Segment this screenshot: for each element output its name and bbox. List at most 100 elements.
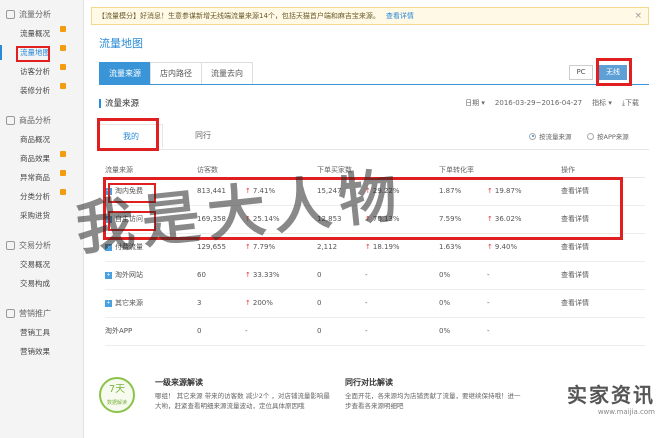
close-icon[interactable]: × (634, 11, 642, 21)
visitors-cell: 3 (197, 289, 245, 318)
main-content: 【流量模分】好消息！生意参谋新增无线端流量来源14个，包括天猫首户端和麻吉宝来源… (85, 0, 659, 438)
filter-bar: 日期 ▾ 2016-03-29~2016-04-27 指标 ▾ ⤓下载 (465, 95, 639, 111)
table-row: +付费流量 129,655 7.79% 2,112 18.19% 1.63% 9… (105, 233, 645, 262)
buyers-cell: 0 (317, 289, 365, 318)
subtab-mine[interactable]: 我的 (99, 124, 163, 148)
radio-unchecked-icon (587, 132, 594, 140)
source-insight-text: 哪组！ 其它来源 带来的访客数 减少2个 ，对店铺流量影响最大哟，赶紧查看明细来… (155, 392, 330, 410)
column-header: 操作 (561, 163, 645, 178)
table-header-row: 流量来源 访客数 下单买家数 下单转化率 操作 (105, 163, 645, 178)
visitors-change-cell: 7.41% (245, 177, 317, 206)
view-detail-link[interactable] (561, 317, 645, 346)
source-cell[interactable]: + 其它来源 (105, 289, 197, 318)
new-badge-icon (60, 83, 66, 89)
new-badge-icon (60, 26, 66, 32)
section-marker (99, 98, 101, 108)
metric-selector[interactable]: 指标 ▾ (592, 98, 612, 108)
sidebar-section-marketing[interactable]: 营销推广 (0, 303, 83, 323)
subtab-peer[interactable]: 同行 (171, 124, 235, 148)
sidebar-item-marketing-tools[interactable]: 营销工具 (0, 323, 83, 342)
section-header: 流量来源 日期 ▾ 2016-03-29~2016-04-27 指标 ▾ ⤓下载 (99, 95, 649, 111)
expand-plus-icon[interactable]: + (105, 299, 112, 307)
sidebar-item-visitor-analysis[interactable]: 访客分析 (0, 62, 83, 81)
visitors-cell: 169,358 (197, 205, 245, 234)
device-pc-button[interactable]: PC (569, 65, 593, 80)
sidebar-section-trade[interactable]: 交易分析 (0, 235, 83, 255)
notice-detail-link[interactable]: 查看详情 (386, 11, 414, 21)
view-detail-link[interactable]: 查看详情 (561, 233, 645, 262)
device-wireless-button[interactable]: 无线 (599, 65, 627, 80)
rate-cell: 0% (439, 261, 487, 290)
radio-by-source[interactable]: 按流量来源 (529, 131, 572, 141)
sidebar-item-marketing-effect[interactable]: 营销效果 (0, 342, 83, 361)
notice-text: 【流量模分】好消息！生意参谋新增无线端流量来源14个，包括天猫首户端和麻吉宝来源… (98, 12, 380, 20)
sidebar-item-product-overview[interactable]: 商品概况 (0, 130, 83, 149)
sidebar-item-traffic-map[interactable]: 流量地图 (0, 43, 83, 62)
buyers-change-cell: 29.22% (365, 177, 439, 206)
view-detail-link[interactable]: 查看详情 (561, 289, 645, 318)
sidebar-section-product[interactable]: 商品分析 (0, 110, 83, 130)
rate-change-cell: - (487, 261, 561, 290)
new-badge-icon (60, 151, 66, 157)
buyers-change-cell: - (365, 261, 439, 290)
new-badge-icon (60, 189, 66, 195)
chevron-down-icon: ▾ (608, 99, 612, 107)
visitors-cell: 0 (197, 317, 245, 346)
traffic-source-table: 流量来源 访客数 下单买家数 下单转化率 操作 +淘内免费 813,441 7.… (105, 163, 645, 346)
buyers-change-cell: 18.19% (365, 233, 439, 262)
rate-cell: 0% (439, 317, 487, 346)
tab-traffic-source[interactable]: 流量来源 (99, 62, 151, 84)
tab-store-path[interactable]: 店内路径 (150, 62, 202, 84)
new-badge-icon (60, 64, 66, 70)
sidebar-item-product-effect[interactable]: 商品效果 (0, 149, 83, 168)
source-cell[interactable]: + 淘内免费 (105, 177, 197, 206)
rate-cell: 1.63% (439, 233, 487, 262)
sidebar-item-trade-composition[interactable]: 交易构成 (0, 274, 83, 293)
sidebar-section-title: 交易分析 (19, 240, 51, 250)
rate-change-cell: 19.87% (487, 177, 561, 206)
sidebar-section-traffic[interactable]: 流量分析 (0, 4, 83, 24)
expand-plus-icon[interactable]: + (105, 243, 112, 251)
traffic-icon (6, 9, 15, 19)
view-detail-link[interactable]: 查看详情 (561, 177, 645, 206)
table-row: +自主访问 169,358 25.14% 12,853 70.13% 7.59%… (105, 205, 645, 234)
radio-by-app[interactable]: 按APP来源 (587, 131, 629, 141)
buyers-change-cell: 70.13% (365, 205, 439, 234)
sidebar-item-abnormal-products[interactable]: 异常商品 (0, 168, 83, 187)
rate-cell: 1.87% (439, 177, 487, 206)
source-cell[interactable]: + 淘外网站 (105, 261, 197, 290)
column-header: 下单转化率 (439, 163, 487, 178)
tab-traffic-destination[interactable]: 流量去向 (201, 62, 253, 84)
source-insight-title: 一级来源解读 (155, 378, 203, 387)
sidebar: 流量分析 流量概况 流量地图 访客分析 装修分析 商品分析 商品概况 商品效果 … (0, 0, 84, 438)
visitors-change-cell: 7.79% (245, 233, 317, 262)
date-range[interactable]: 2016-03-29~2016-04-27 (495, 99, 582, 107)
data-insight-badge: 7天 数据解读 (99, 377, 135, 413)
source-cell[interactable]: + 付费流量 (105, 233, 197, 262)
sidebar-item-trade-overview[interactable]: 交易概况 (0, 255, 83, 274)
expand-plus-icon[interactable]: + (105, 215, 112, 223)
date-selector[interactable]: 日期 ▾ (465, 98, 485, 108)
download-button[interactable]: ⤓下载 (622, 98, 639, 108)
rate-change-cell: 9.40% (487, 233, 561, 262)
column-header: 访客数 (197, 163, 245, 178)
buyers-cell: 15,247 (317, 177, 365, 206)
visitors-change-cell: 33.33% (245, 261, 317, 290)
buyers-change-cell: - (365, 289, 439, 318)
sidebar-item-category-analysis[interactable]: 分类分析 (0, 187, 83, 206)
rate-change-cell: - (487, 317, 561, 346)
view-detail-link[interactable]: 查看详情 (561, 205, 645, 234)
view-detail-link[interactable]: 查看详情 (561, 261, 645, 290)
source-cell[interactable]: + 自主访问 (105, 205, 197, 234)
sidebar-section-title: 营销推广 (19, 308, 51, 318)
sidebar-item-traffic-overview[interactable]: 流量概况 (0, 24, 83, 43)
column-header: 下单买家数 (317, 163, 365, 178)
buyers-cell: 0 (317, 317, 365, 346)
sidebar-item-decor-analysis[interactable]: 装修分析 (0, 81, 83, 100)
sidebar-item-purchasing[interactable]: 采购进货 (0, 206, 83, 225)
expand-plus-icon[interactable]: + (105, 271, 112, 279)
visitors-change-cell: 200% (245, 289, 317, 318)
expand-plus-icon[interactable]: + (105, 187, 112, 195)
visitors-change-cell: - (245, 317, 317, 346)
buyers-cell: 2,112 (317, 233, 365, 262)
